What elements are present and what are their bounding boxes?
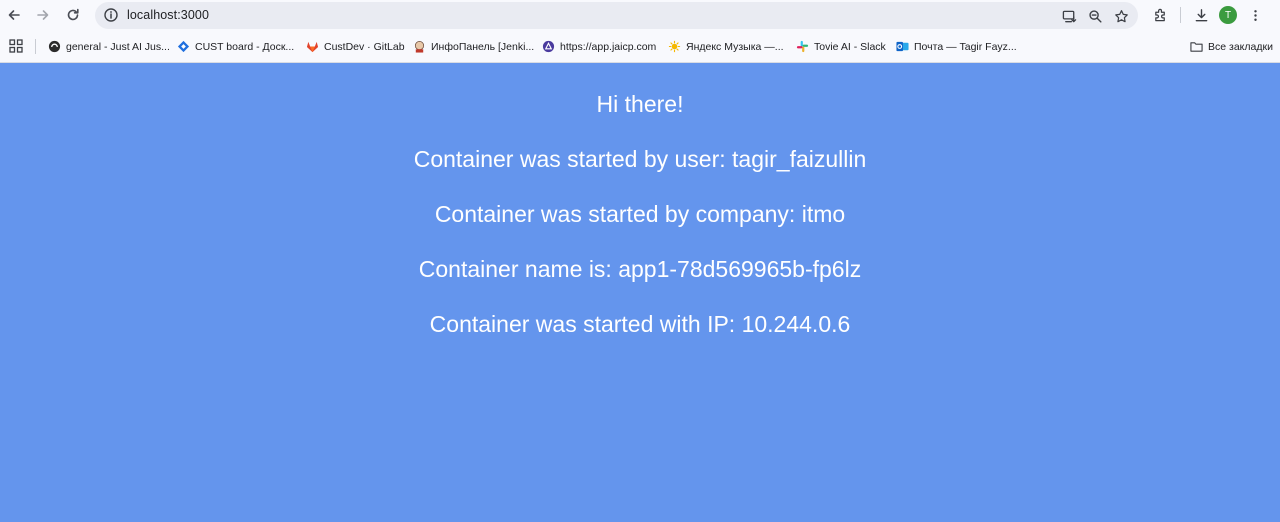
outlook-icon: [896, 40, 909, 53]
chat-icon: [48, 40, 61, 53]
container-ip-text: Container was started with IP: 10.244.0.…: [429, 311, 851, 337]
site-info-icon[interactable]: [103, 7, 119, 23]
bookmark-outlook[interactable]: Почта — Tagir Fayz...: [896, 38, 1017, 55]
bookmark-jaicp[interactable]: https://app.jaicp.com: [542, 38, 656, 55]
menu-button[interactable]: [1243, 4, 1267, 26]
apps-grid-icon[interactable]: [8, 38, 24, 54]
folder-icon: [1190, 40, 1203, 53]
profile-avatar[interactable]: T: [1219, 6, 1237, 24]
greeting-text: Hi there!: [596, 91, 684, 117]
bookmark-label: CUST board - Доск...: [195, 40, 295, 53]
slack-icon: [796, 40, 809, 53]
bookmark-cust-board[interactable]: CUST board - Доск...: [177, 38, 294, 55]
install-icon: [1062, 10, 1076, 22]
bookmark-label: https://app.jaicp.com: [560, 40, 657, 53]
bookmark-label: Почта — Tagir Fayz...: [914, 40, 1017, 53]
address-bar-actions: [1058, 6, 1132, 26]
container-name-text: Container name is: app1-78d569965b-fp6lz: [418, 256, 862, 282]
bookmark-yandex-music[interactable]: Яндекс Музыка —...: [668, 38, 784, 55]
arrow-left-icon: [8, 10, 20, 20]
bookmark-label: Tovie AI - Slack: [814, 40, 886, 53]
address-bar[interactable]: localhost:3000: [95, 2, 1138, 29]
install-app-button[interactable]: [1058, 6, 1080, 26]
bookmarks-bar: general - Just AI Jus... CUST board - До…: [0, 33, 1280, 59]
jaicp-icon: [542, 40, 555, 53]
extensions-button[interactable]: [1148, 4, 1172, 26]
browser-toolbar: localhost:3000 T: [0, 0, 1280, 31]
jenkins-icon: [413, 40, 426, 53]
bookmark-general[interactable]: general - Just AI Jus...: [48, 38, 170, 55]
zoom-icon: [1088, 9, 1102, 23]
reload-icon: [67, 8, 79, 21]
bookmark-label: CustDev · GitLab: [324, 40, 405, 53]
arrow-right-icon: [37, 10, 49, 20]
bookmark-label: general - Just AI Jus...: [66, 40, 170, 53]
all-bookmarks-button[interactable]: Все закладки: [1190, 38, 1273, 55]
bookmark-tovie-slack[interactable]: Tovie AI - Slack: [796, 38, 886, 55]
gitlab-icon: [306, 40, 319, 53]
downloads-button[interactable]: [1189, 4, 1213, 26]
forward-button[interactable]: [32, 4, 54, 26]
puzzle-icon: [1154, 8, 1165, 21]
bookmark-star-button[interactable]: [1110, 6, 1132, 26]
reload-button[interactable]: [62, 4, 84, 26]
zoom-button[interactable]: [1084, 6, 1106, 26]
browser-chrome: localhost:3000 T general - Just AI Jus..…: [0, 0, 1280, 63]
download-icon: [1195, 8, 1207, 21]
more-vertical-icon: [1253, 9, 1257, 21]
bookmark-custdev-gitlab[interactable]: CustDev · GitLab: [306, 38, 405, 55]
all-bookmarks-label: Все закладки: [1208, 40, 1273, 53]
bookmark-label: Яндекс Музыка —...: [686, 40, 784, 53]
jira-icon: [177, 40, 190, 53]
bookmarks-separator: [35, 39, 36, 54]
user-info-text: Container was started by user: tagir_fai…: [413, 146, 867, 172]
page-content: Hi there! Container was started by user:…: [0, 63, 1280, 522]
browser-actions: T: [1148, 4, 1267, 26]
yandex-music-icon: [668, 40, 681, 53]
company-info-text: Container was started by company: itmo: [434, 201, 846, 227]
toolbar-separator: [1180, 7, 1181, 23]
bookmark-infopanel[interactable]: ИнфоПанель [Jenki...: [413, 38, 534, 55]
bookmark-label: ИнфоПанель [Jenki...: [431, 40, 535, 53]
star-icon: [1114, 9, 1128, 22]
url-text[interactable]: localhost:3000: [127, 8, 209, 22]
back-button[interactable]: [3, 4, 25, 26]
